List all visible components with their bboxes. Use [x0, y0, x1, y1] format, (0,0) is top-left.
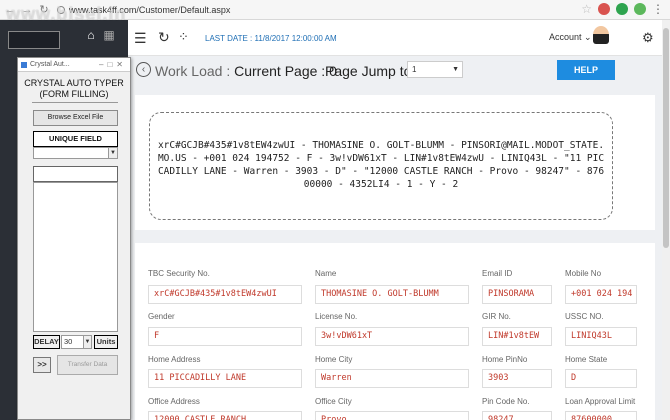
mobile-label: Mobile No [565, 269, 602, 278]
chevron-down-icon: ▼ [108, 148, 117, 158]
scrollbar-thumb[interactable] [663, 28, 669, 248]
delay-value: 30 [64, 337, 73, 346]
ussc-input[interactable]: LINIQ43L [565, 327, 637, 346]
grid-icon[interactable]: ▦ [102, 28, 116, 42]
unique-field-label: UNIQUE FIELD [33, 131, 118, 147]
home-pin-label: Home PinNo [482, 355, 528, 364]
address-bar-text: www.task4ff.com/Customer/Default.aspx [69, 4, 231, 15]
ussc-label: USSC NO. [565, 312, 604, 321]
units-label: Units [94, 335, 118, 349]
record-text: xrC#GCJB#435#1v8tEW4zwUI - THOMASINE O. … [149, 112, 613, 220]
page-jump-select[interactable]: 1 ▼ [407, 61, 463, 78]
browser-toolbar: ← → ↻ www.task4ff.com/Customer/Default.a… [0, 0, 670, 20]
typer-title-bar[interactable]: Crystal Aut... –□✕ [18, 58, 130, 72]
office-city-input[interactable]: Provo [315, 411, 469, 420]
browse-excel-button[interactable]: Browse Excel File [33, 110, 118, 126]
transfer-data-button[interactable]: Transfer Data [57, 355, 118, 375]
forward-arrow-icon[interactable]: → [20, 3, 34, 17]
license-label: License No. [315, 312, 358, 321]
avatar[interactable] [593, 26, 609, 44]
back-arrow-icon[interactable]: ← [3, 3, 17, 17]
gir-input[interactable]: LIN#1v8tEW [482, 327, 552, 346]
menu-dots-icon[interactable]: ⋮ [652, 3, 664, 15]
info-icon [57, 5, 65, 14]
name-input[interactable]: THOMASINE O. GOLT-BLUMM [315, 285, 469, 304]
app-icon [21, 62, 27, 68]
reload-icon[interactable]: ↻ [37, 3, 51, 17]
pin-code-input[interactable]: 98247 [482, 411, 552, 420]
apps-grid-icon[interactable]: ⁘ [178, 29, 189, 45]
office-address-label: Office Address [148, 397, 200, 406]
window-controls[interactable]: –□✕ [99, 58, 127, 72]
search-field-input[interactable] [33, 166, 118, 182]
email-label: Email ID [482, 269, 513, 278]
pin-code-label: Pin Code No. [482, 397, 530, 406]
loan-limit-input[interactable]: 87600000 [565, 411, 637, 420]
home-address-input[interactable]: 11 PICCADILLY LANE [148, 369, 302, 388]
page-jump-value: 1 [412, 65, 417, 74]
extension-icon[interactable] [616, 3, 628, 15]
home-city-label: Home City [315, 355, 353, 364]
address-bar[interactable]: www.task4ff.com/Customer/Default.aspx [57, 5, 230, 15]
home-address-label: Home Address [148, 355, 201, 364]
gir-label: GIR No. [482, 312, 511, 321]
tbc-security-label: TBC Security No. [148, 269, 210, 278]
gender-label: Gender [148, 312, 175, 321]
name-label: Name [315, 269, 337, 278]
delay-select[interactable]: 30 ▼ [61, 335, 92, 349]
home-city-input[interactable]: Warren [315, 369, 469, 388]
back-circle-icon[interactable]: ‹ [136, 62, 151, 77]
typer-heading: CRYSTAL AUTO TYPER (FORM FILLING) [18, 78, 130, 100]
workload-label: Work Load : Current Page : 0 [155, 63, 337, 79]
account-menu[interactable]: Account ⌄ [549, 32, 592, 43]
page-jump-label: Page Jump to : [325, 63, 420, 79]
records-list[interactable] [33, 182, 118, 332]
extension-icon[interactable] [598, 3, 610, 15]
workload-bar: ‹ Work Load : Current Page : 0 Page Jump… [135, 60, 670, 86]
chevron-down-icon: ▼ [452, 66, 459, 73]
gender-input[interactable]: F [148, 327, 302, 346]
hamburger-menu-icon[interactable]: ☰ [134, 30, 147, 47]
page-scrollbar[interactable] [662, 20, 670, 420]
record-panel: xrC#GCJB#435#1v8tEW4zwUI - THOMASINE O. … [135, 95, 655, 230]
unique-field-select[interactable]: ▼ [33, 147, 118, 159]
home-icon[interactable]: ⌂ [84, 28, 98, 42]
extension-icon[interactable] [634, 3, 646, 15]
home-state-input[interactable]: D [565, 369, 637, 388]
typer-heading-line2: (FORM FILLING) [39, 89, 109, 99]
last-date-text: LAST DATE : 11/8/2017 12:00:00 AM [205, 34, 337, 43]
current-page-label: Current Page : [234, 63, 326, 79]
help-button[interactable]: HELP [557, 60, 615, 80]
workload-title: Work Load : [155, 63, 231, 79]
mobile-input[interactable]: +001 024 194 [565, 285, 637, 304]
typer-heading-line1: CRYSTAL AUTO TYPER [24, 78, 124, 88]
logo [8, 31, 60, 49]
chevron-down-icon: ▼ [83, 336, 91, 348]
bookmark-star-icon[interactable]: ☆ [581, 3, 592, 15]
office-address-input[interactable]: 12000 CASTLE RANCH [148, 411, 302, 420]
tbc-security-input[interactable]: xrC#GCJB#435#1v8tEW4zwUI [148, 285, 302, 304]
loan-limit-label: Loan Approval Limit [565, 397, 636, 406]
data-entry-form: TBC Security No. xrC#GCJB#435#1v8tEW4zwU… [135, 243, 655, 420]
settings-gear-icon[interactable]: ⚙ [642, 30, 654, 46]
typer-window-title: Crystal Aut... [30, 61, 70, 68]
office-city-label: Office City [315, 397, 352, 406]
refresh-icon[interactable]: ↻ [158, 29, 170, 46]
delay-label: DELAY [33, 335, 60, 349]
home-pin-input[interactable]: 3903 [482, 369, 552, 388]
top-header: ☰ ↻ ⁘ LAST DATE : 11/8/2017 12:00:00 AM … [128, 20, 670, 56]
email-input[interactable]: PINSORAMA [482, 285, 552, 304]
home-state-label: Home State [565, 355, 608, 364]
divider [32, 102, 118, 103]
auto-typer-window: Crystal Aut... –□✕ CRYSTAL AUTO TYPER (F… [17, 57, 131, 420]
next-button[interactable]: >> [33, 357, 51, 373]
license-input[interactable]: 3w!vDW61xT [315, 327, 469, 346]
